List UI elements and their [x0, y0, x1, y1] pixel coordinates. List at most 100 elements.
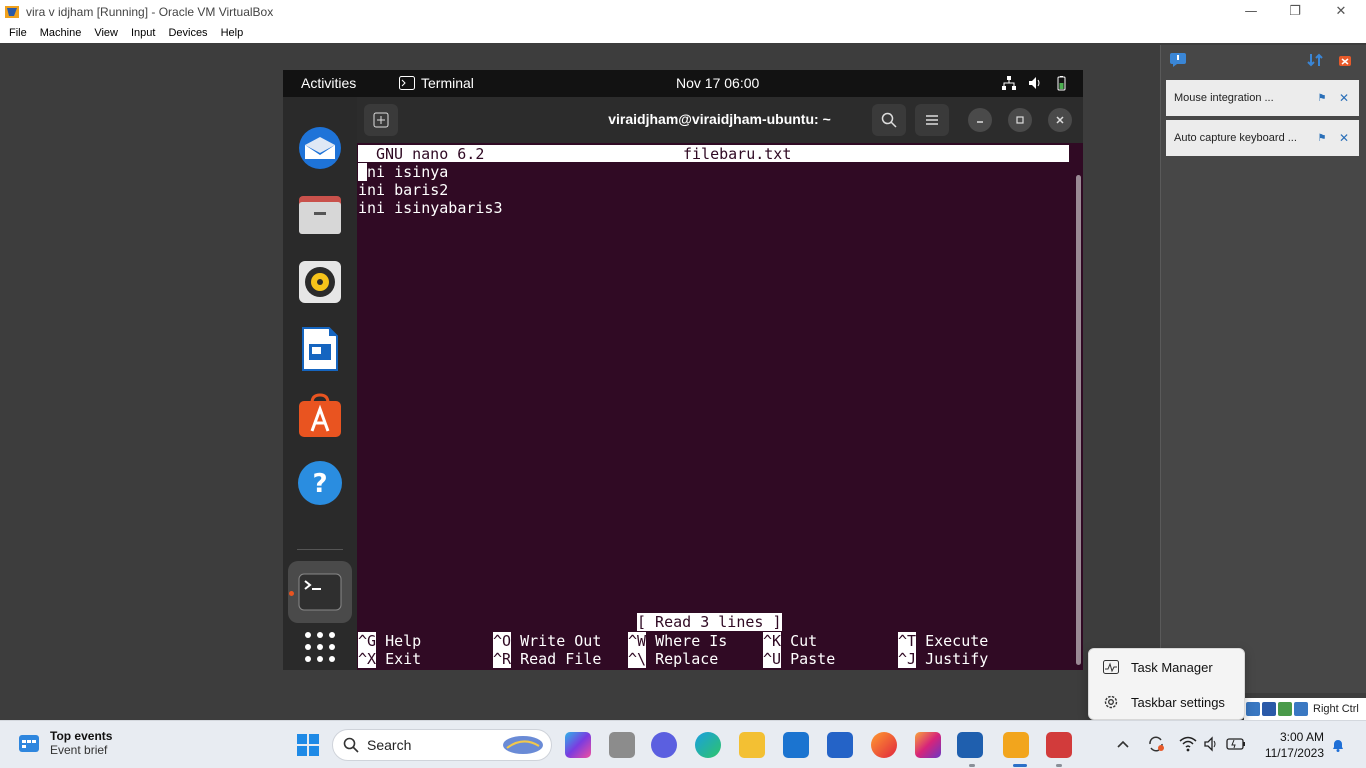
taskbar-clock[interactable]: 3:00 AM 11/17/2023 — [1258, 729, 1324, 761]
shortcut-key: ^T — [898, 632, 917, 650]
shortcut-key: ^O — [493, 632, 512, 650]
menu-devices[interactable]: Devices — [168, 27, 207, 39]
teams-chat-icon[interactable] — [651, 732, 677, 758]
restore-button[interactable]: ❐ — [1272, 0, 1318, 23]
widgets-button[interactable]: Top events Event brief — [18, 729, 112, 757]
pin-icon[interactable]: ⚑ — [1310, 93, 1334, 104]
edge-icon[interactable] — [695, 732, 721, 758]
shortcut-key: ^W — [628, 632, 647, 650]
app-menu[interactable]: Terminal — [399, 75, 474, 91]
shared-folders-icon[interactable] — [1246, 702, 1260, 716]
ubuntu-dock: ? — [283, 97, 357, 670]
vbox-status-bar: Right Ctrl — [1244, 698, 1366, 720]
running-indicator — [969, 764, 975, 767]
notification-bell-icon[interactable] — [1330, 737, 1346, 753]
virtualbox-taskbar-icon[interactable] — [957, 732, 983, 758]
thunderbird-icon[interactable] — [296, 124, 344, 172]
start-button[interactable] — [295, 732, 321, 758]
dismiss-icon[interactable]: ✕ — [1334, 91, 1354, 105]
menu-machine[interactable]: Machine — [40, 27, 82, 39]
shortcut-key: ^U — [763, 650, 782, 668]
shortcut-where-is: ^W Where Is — [628, 631, 728, 650]
search-icon — [343, 737, 359, 753]
terminal-scrollbar[interactable] — [1076, 175, 1081, 665]
rhythmbox-icon[interactable] — [296, 258, 344, 306]
sort-icon[interactable] — [1307, 52, 1323, 68]
instagram-icon[interactable] — [915, 732, 941, 758]
menu-taskbar-settings[interactable]: Taskbar settings — [1089, 685, 1244, 719]
mail-icon[interactable] — [783, 732, 809, 758]
terminal-menu-button[interactable] — [915, 104, 949, 136]
windows-logo-icon — [297, 734, 319, 756]
terminal-close-button[interactable] — [1048, 108, 1072, 132]
task-view-icon[interactable] — [609, 732, 635, 758]
file-line-3[interactable]: ini isinyabaris3 — [358, 199, 503, 217]
shortcut-write-out: ^O Write Out — [493, 631, 601, 650]
terminal-minimize-button[interactable] — [968, 108, 992, 132]
battery-icon — [1057, 76, 1066, 91]
minimize-icon — [977, 121, 983, 123]
chevron-up-icon[interactable] — [1116, 739, 1130, 749]
terminal-maximize-button[interactable] — [1008, 108, 1032, 132]
wifi-icon[interactable] — [1179, 736, 1197, 752]
menu-input[interactable]: Input — [131, 27, 155, 39]
menu-file[interactable]: File — [9, 27, 27, 39]
guest-screen[interactable]: Activities Terminal Nov 17 06:00 ? virai… — [283, 70, 1083, 670]
terminal-icon[interactable] — [296, 568, 344, 616]
shortcut-key: ^J — [898, 650, 917, 668]
show-apps-icon[interactable] — [296, 623, 344, 670]
file-line-2[interactable]: ini baris2 — [358, 181, 448, 199]
sync-icon[interactable] — [1147, 735, 1165, 753]
keyboard-capture-icon[interactable] — [1294, 702, 1308, 716]
notification-toolbar — [1161, 45, 1366, 75]
file-explorer-icon[interactable] — [739, 732, 765, 758]
libreoffice-writer-icon[interactable] — [296, 325, 344, 373]
recording-icon[interactable] — [1278, 702, 1292, 716]
app-center-icon[interactable] — [296, 392, 344, 440]
shortcut-help: ^G Help — [358, 631, 421, 650]
terminal-search-button[interactable] — [872, 104, 906, 136]
menu-task-manager[interactable]: Task Manager — [1089, 650, 1244, 684]
firefox-icon[interactable] — [871, 732, 897, 758]
vbox-titlebar: vira v idjham [Running] - Oracle VM Virt… — [0, 0, 1366, 23]
settings-gear-icon — [1104, 695, 1118, 709]
notification-mouse-integration[interactable]: Mouse integration ... ⚑ ✕ — [1166, 80, 1359, 116]
shortcut-key: ^R — [493, 650, 512, 668]
close-button[interactable]: ✕ — [1318, 0, 1364, 23]
files-icon[interactable] — [296, 191, 344, 239]
shortcut-label: Where Is — [646, 632, 728, 650]
system-tray[interactable] — [1001, 75, 1069, 91]
help-icon[interactable]: ? — [296, 459, 344, 507]
network-icon — [1002, 76, 1016, 90]
speaker-icon[interactable] — [1203, 736, 1219, 752]
vbox-menubar: File Machine View Input Devices Help — [0, 23, 1366, 43]
menu-view[interactable]: View — [94, 27, 118, 39]
app-name: Terminal — [421, 75, 474, 91]
shortcut-key: ^X — [358, 650, 377, 668]
terminal-window[interactable]: viraidjham@viraidjham-ubuntu: ~ GNU nano… — [357, 97, 1083, 670]
dismiss-icon[interactable]: ✕ — [1334, 131, 1354, 145]
file-line-1[interactable]: ini isinya — [358, 163, 448, 181]
snipping-tool-icon[interactable] — [1046, 732, 1072, 758]
display-icon[interactable] — [1262, 702, 1276, 716]
shortcut-justify: ^J Justify — [898, 649, 988, 668]
virtualbox-vm-icon[interactable] — [1003, 732, 1029, 758]
notification-auto-capture[interactable]: Auto capture keyboard ... ⚑ ✕ — [1166, 120, 1359, 156]
pin-icon[interactable]: ⚑ — [1310, 133, 1334, 144]
new-tab-button[interactable] — [364, 104, 398, 136]
vscode-like-icon[interactable] — [827, 732, 853, 758]
clear-notifications-icon[interactable] — [1337, 52, 1353, 68]
menu-help[interactable]: Help — [221, 27, 244, 39]
terminal-title: viraidjham@viraidjham-ubuntu: ~ — [608, 111, 831, 127]
activities-button[interactable]: Activities — [301, 75, 356, 91]
terminal-small-icon — [399, 76, 415, 90]
copilot-icon[interactable] — [565, 732, 591, 758]
gnome-topbar: Activities Terminal Nov 17 06:00 — [283, 70, 1083, 97]
minimize-button[interactable]: — — [1228, 0, 1274, 23]
gnome-clock[interactable]: Nov 17 06:00 — [676, 75, 759, 91]
shortcut-cut: ^K Cut — [763, 631, 817, 650]
virtualbox-icon — [5, 5, 19, 18]
battery-icon[interactable] — [1226, 737, 1246, 751]
message-icon[interactable] — [1169, 52, 1187, 68]
taskbar-search[interactable]: Search — [332, 729, 552, 761]
